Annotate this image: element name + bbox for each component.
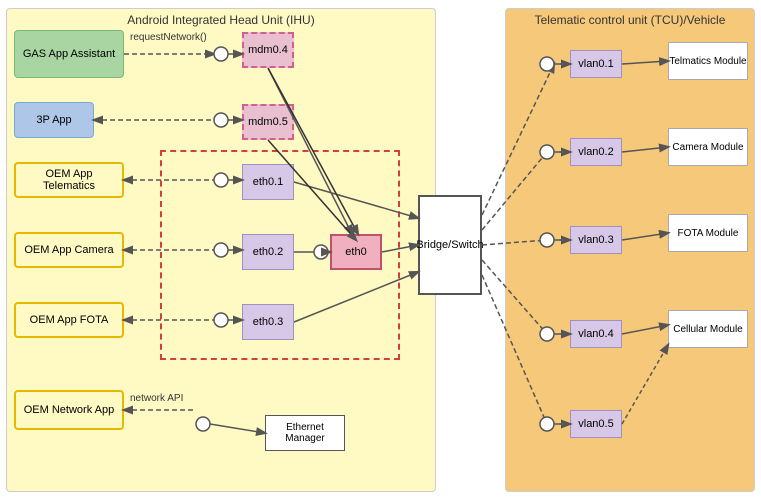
eth01-box: eth0.1 xyxy=(242,164,294,200)
bridge-switch-box: Bridge/Switch xyxy=(418,195,482,295)
gas-app-label: GAS App Assistant xyxy=(23,48,115,60)
vlan04-box: vlan0.4 xyxy=(570,320,622,348)
fota-module-box: FOTA Module xyxy=(668,214,748,252)
eth-manager-box: Ethernet Manager xyxy=(265,415,345,451)
eth02-box: eth0.2 xyxy=(242,234,294,270)
3p-app-box: 3P App xyxy=(14,102,94,138)
eth01-label: eth0.1 xyxy=(253,176,284,188)
vlan02-label: vlan0.2 xyxy=(578,146,613,158)
eth03-label: eth0.3 xyxy=(253,316,284,328)
vlan04-label: vlan0.4 xyxy=(578,328,613,340)
oem-fota-box: OEM App FOTA xyxy=(14,302,124,338)
network-api-label: network API xyxy=(130,393,183,404)
vlan01-box: vlan0.1 xyxy=(570,50,622,78)
oem-telematics-label: OEM App Telematics xyxy=(20,168,118,192)
eth02-label: eth0.2 xyxy=(253,246,284,258)
oem-network-label: OEM Network App xyxy=(24,404,114,416)
camera-module-box: Camera Module xyxy=(668,128,748,166)
cellular-module-label: Cellular Module xyxy=(673,324,742,335)
request-network-label: requestNetwork() xyxy=(130,32,207,43)
mdm05-box: mdm0.5 xyxy=(242,104,294,140)
cellular-module-box: Cellular Module xyxy=(668,310,748,348)
bridge-switch-label: Bridge/Switch xyxy=(416,239,483,251)
vlan05-box: vlan0.5 xyxy=(570,410,622,438)
eth-manager-label: Ethernet Manager xyxy=(266,422,344,444)
fota-module-label: FOTA Module xyxy=(678,228,739,239)
mdm04-box: mdm0.4 xyxy=(242,32,294,68)
oem-telematics-box: OEM App Telematics xyxy=(14,162,124,198)
ihu-title: Android Integrated Head Unit (IHU) xyxy=(127,13,314,27)
vlan03-label: vlan0.3 xyxy=(578,234,613,246)
oem-fota-label: OEM App FOTA xyxy=(30,314,109,326)
vlan03-box: vlan0.3 xyxy=(570,226,622,254)
camera-module-label: Camera Module xyxy=(672,142,743,153)
oem-network-box: OEM Network App xyxy=(14,390,124,430)
telematics-module-box: Telmatics Module xyxy=(668,42,748,80)
telematics-module-label: Telmatics Module xyxy=(669,56,746,67)
oem-camera-box: OEM App Camera xyxy=(14,232,124,268)
vlan02-box: vlan0.2 xyxy=(570,138,622,166)
3p-app-label: 3P App xyxy=(36,114,71,126)
mdm05-label: mdm0.5 xyxy=(248,116,288,128)
gas-app-box: GAS App Assistant xyxy=(14,30,124,78)
eth0-label: eth0 xyxy=(345,246,366,258)
eth03-box: eth0.3 xyxy=(242,304,294,340)
eth0-box: eth0 xyxy=(330,234,382,270)
vlan01-label: vlan0.1 xyxy=(578,58,613,70)
vlan05-label: vlan0.5 xyxy=(578,418,613,430)
mdm04-label: mdm0.4 xyxy=(248,44,288,56)
tcu-title: Telematic control unit (TCU)/Vehicle xyxy=(535,13,726,27)
oem-camera-label: OEM App Camera xyxy=(24,244,113,256)
